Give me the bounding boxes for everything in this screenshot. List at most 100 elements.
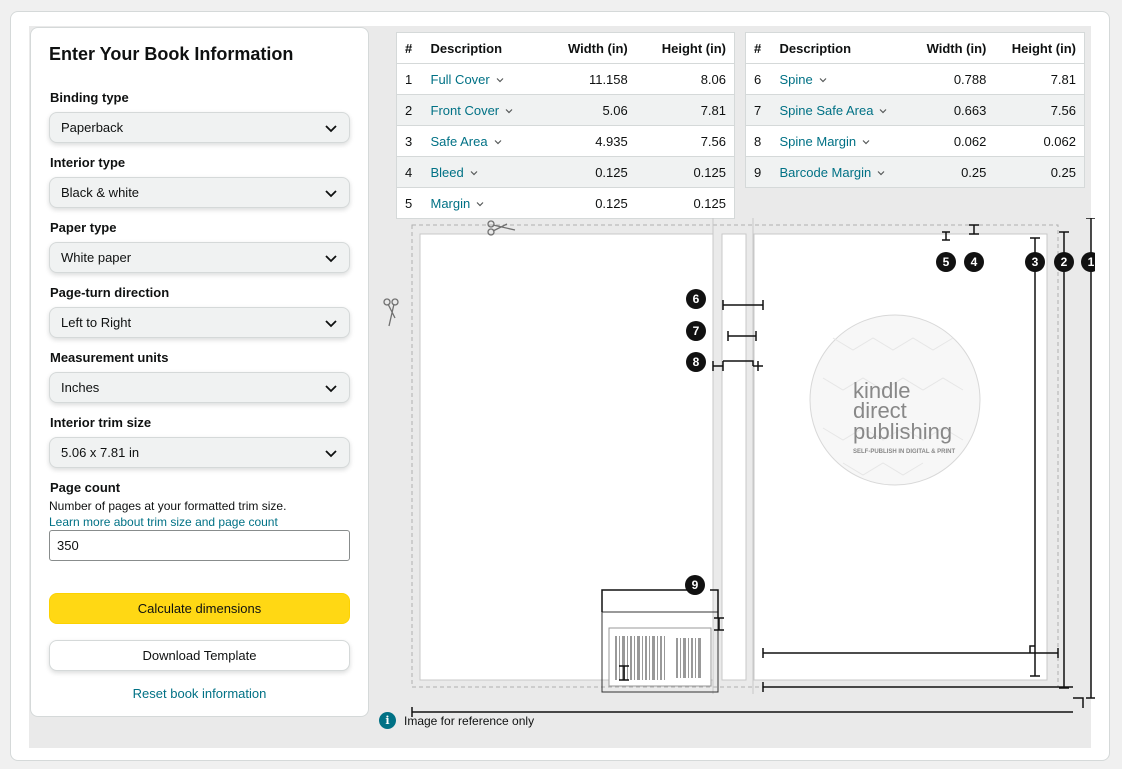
row-height: 0.25 bbox=[994, 156, 1085, 188]
row-number: 7 bbox=[745, 94, 772, 126]
info-icon: i bbox=[379, 712, 396, 729]
chevron-down-icon bbox=[325, 254, 337, 262]
row-height: 7.56 bbox=[635, 125, 735, 157]
page-count-help: Number of pages at your formatted trim s… bbox=[49, 499, 287, 513]
chevron-down-icon bbox=[325, 449, 337, 457]
chevron-down-icon bbox=[880, 109, 887, 114]
row-height: 0.125 bbox=[635, 156, 735, 188]
col-num-header: # bbox=[745, 32, 772, 64]
kdp-logo: kindle direct publishing SELF-PUBLISH IN… bbox=[809, 314, 981, 486]
book-info-form: Enter Your Book Information Binding type… bbox=[30, 27, 369, 717]
page-count-input[interactable]: 350 bbox=[49, 530, 350, 561]
table-header-row: # Description Width (in) Height (in) bbox=[396, 32, 735, 64]
chevron-down-icon bbox=[494, 140, 502, 145]
binding-type-select[interactable]: Paperback bbox=[49, 112, 350, 143]
download-template-button[interactable]: Download Template bbox=[49, 640, 350, 671]
row-description[interactable]: Front Cover bbox=[422, 94, 544, 126]
marker-label: 2 bbox=[1061, 255, 1068, 269]
table-row: 3 Safe Area 4.935 7.56 bbox=[396, 125, 735, 157]
page-turn-label: Page-turn direction bbox=[50, 285, 170, 300]
marker-4: 4 bbox=[964, 252, 984, 272]
table-row: 6 Spine 0.788 7.81 bbox=[745, 63, 1085, 95]
row-description[interactable]: Safe Area bbox=[422, 125, 544, 157]
row-description-label: Barcode Margin bbox=[779, 164, 872, 180]
table-row: 8 Spine Margin 0.062 0.062 bbox=[745, 125, 1085, 157]
row-width: 0.663 bbox=[909, 94, 995, 126]
barcode bbox=[615, 636, 701, 680]
row-description-label: Spine Safe Area bbox=[779, 102, 874, 118]
row-width: 0.062 bbox=[909, 125, 995, 157]
col-height-header: Height (in) bbox=[635, 32, 735, 64]
row-number: 1 bbox=[396, 63, 423, 95]
row-description[interactable]: Full Cover bbox=[422, 63, 544, 95]
row-height: 0.125 bbox=[693, 195, 726, 211]
row-description[interactable]: Barcode Margin bbox=[771, 156, 910, 188]
trim-size-label: Interior trim size bbox=[50, 415, 152, 430]
col-desc-header: Description bbox=[771, 32, 910, 64]
marker-2: 2 bbox=[1054, 252, 1074, 272]
units-select[interactable]: Inches bbox=[49, 372, 350, 403]
binding-type-label: Binding type bbox=[50, 90, 129, 105]
scissors-icon bbox=[383, 298, 399, 327]
marker-label: 6 bbox=[693, 292, 700, 306]
marker-label: 7 bbox=[693, 324, 700, 338]
chevron-down-icon bbox=[470, 171, 478, 176]
interior-type-value: Black & white bbox=[61, 185, 140, 200]
chevron-down-icon bbox=[505, 109, 513, 114]
scissors-icon bbox=[487, 220, 516, 236]
reset-book-info-link[interactable]: Reset book information bbox=[49, 686, 350, 701]
interior-type-select[interactable]: Black & white bbox=[49, 177, 350, 208]
col-num-header: # bbox=[396, 32, 423, 64]
row-width: 0.25 bbox=[909, 156, 995, 188]
trim-size-select[interactable]: 5.06 x 7.81 in bbox=[49, 437, 350, 468]
chevron-down-icon bbox=[325, 319, 337, 327]
row-description[interactable]: Margin bbox=[423, 188, 544, 219]
row-width: 11.158 bbox=[543, 63, 636, 95]
row-height: 7.56 bbox=[994, 94, 1085, 126]
dimensions-table-left: # Description Width (in) Height (in) 1 Fu… bbox=[396, 32, 735, 219]
table-row: 5 Margin 0.125 0.125 bbox=[397, 188, 735, 219]
cover-template-diagram: kindle direct publishing SELF-PUBLISH IN… bbox=[383, 218, 1095, 717]
trim-size-help-link[interactable]: Learn more about trim size and page coun… bbox=[49, 515, 278, 529]
logo-line-3: publishing bbox=[853, 419, 952, 444]
row-description[interactable]: Spine bbox=[771, 63, 910, 95]
marker-label: 1 bbox=[1088, 255, 1095, 269]
chevron-down-icon bbox=[496, 78, 504, 83]
paper-type-label: Paper type bbox=[50, 220, 117, 235]
row-description[interactable]: Spine Margin bbox=[771, 125, 910, 157]
table-row: 2 Front Cover 5.06 7.81 bbox=[396, 94, 735, 126]
paper-type-select[interactable]: White paper bbox=[49, 242, 350, 273]
row-description-label: Full Cover bbox=[430, 71, 490, 87]
row-number: 3 bbox=[396, 125, 423, 157]
row-description-label: Front Cover bbox=[430, 102, 500, 118]
page-turn-value: Left to Right bbox=[61, 315, 132, 330]
calculate-dimensions-button[interactable]: Calculate dimensions bbox=[49, 593, 350, 624]
row-height: 7.81 bbox=[635, 94, 735, 126]
marker-label: 4 bbox=[971, 255, 978, 269]
col-width-header: Width (in) bbox=[543, 32, 636, 64]
reference-note-text: Image for reference only bbox=[404, 713, 535, 728]
marker-label: 8 bbox=[693, 355, 700, 369]
logo-tagline: SELF-PUBLISH IN DIGITAL & PRINT bbox=[853, 449, 955, 455]
paper-type-value: White paper bbox=[61, 250, 132, 265]
row-description[interactable]: Bleed bbox=[422, 156, 544, 188]
marker-6: 6 bbox=[686, 289, 706, 309]
row-number: 6 bbox=[745, 63, 772, 95]
chevron-down-icon bbox=[862, 140, 870, 145]
reference-note: i Image for reference only bbox=[379, 712, 534, 729]
row-height: 8.06 bbox=[635, 63, 735, 95]
marker-label: 9 bbox=[692, 578, 699, 592]
row-number: 5 bbox=[405, 195, 413, 211]
row-description-label: Margin bbox=[430, 195, 471, 211]
chevron-down-icon bbox=[325, 384, 337, 392]
chevron-down-icon bbox=[325, 124, 337, 132]
calculator-panel: Enter Your Book Information Binding type… bbox=[10, 11, 1110, 761]
chevron-down-icon bbox=[325, 189, 337, 197]
interior-type-label: Interior type bbox=[50, 155, 126, 170]
col-height-header: Height (in) bbox=[994, 32, 1085, 64]
marker-1: 1 bbox=[1081, 252, 1095, 272]
row-description[interactable]: Spine Safe Area bbox=[771, 94, 910, 126]
marker-9: 9 bbox=[685, 575, 705, 595]
row-description-label: Spine Margin bbox=[779, 133, 857, 149]
page-turn-select[interactable]: Left to Right bbox=[49, 307, 350, 338]
